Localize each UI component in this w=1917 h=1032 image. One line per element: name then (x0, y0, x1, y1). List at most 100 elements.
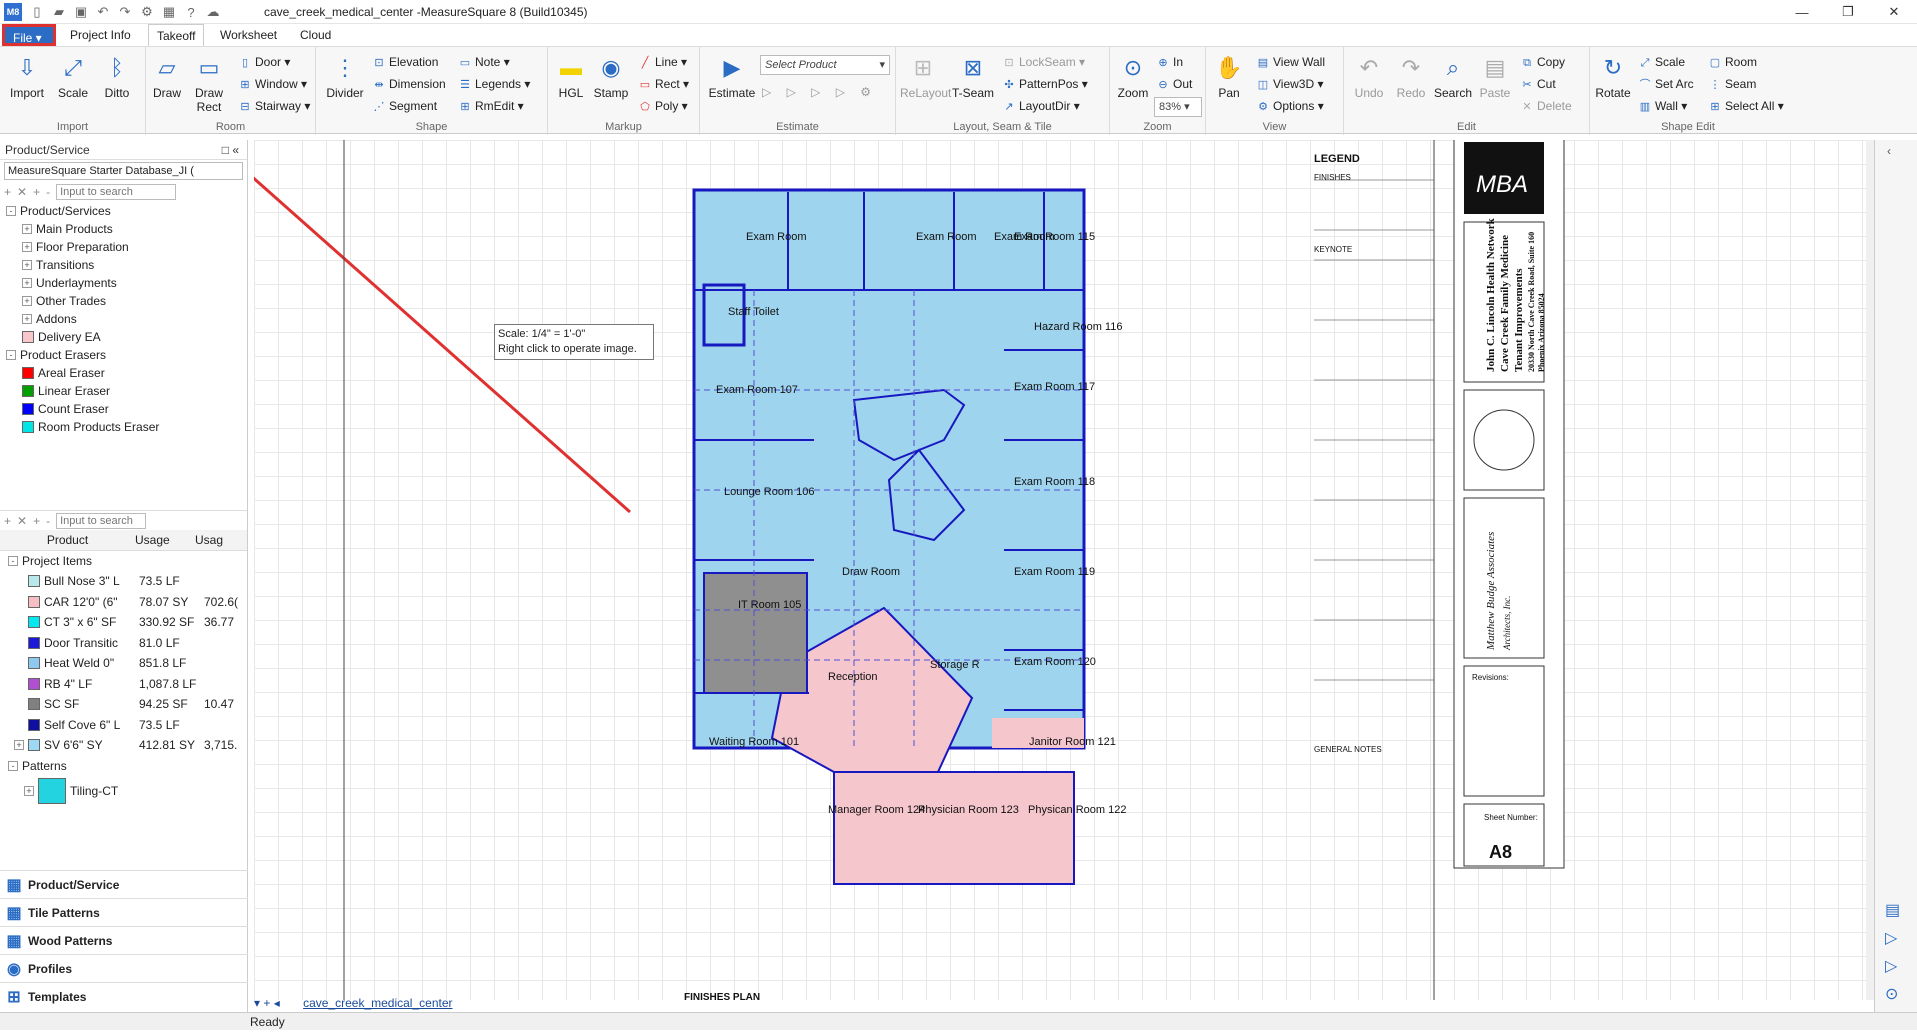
plus-small-icon[interactable]: + (33, 185, 40, 199)
delete-button[interactable]: ✕ Delete (1520, 97, 1571, 115)
legends-button[interactable]: ☰ Legends ▾ (458, 75, 530, 93)
patternpos-button[interactable]: ✣ PatternPos ▾ (1002, 75, 1087, 93)
pan-button[interactable]: ✋ Pan (1208, 53, 1250, 117)
remove-icon[interactable]: ✕ (17, 185, 27, 199)
note-button[interactable]: ▭ Note ▾ (458, 53, 510, 71)
room-button[interactable]: ▢ Room (1708, 53, 1757, 71)
table-row[interactable]: CT 3" x 6" SF 330.92 SF 36.77 (0, 612, 247, 633)
expander-icon[interactable]: + (14, 740, 24, 751)
table-row[interactable]: Heat Weld 0" 851.8 LF (0, 653, 247, 674)
add-item-icon[interactable]: + (4, 514, 11, 528)
app-icon[interactable]: M8 (4, 3, 22, 21)
draw-rect-button[interactable]: ▭ Draw Rect (188, 53, 230, 117)
expander-icon[interactable]: + (22, 314, 32, 324)
draw-button[interactable]: ▱ Draw (146, 53, 188, 117)
doc-tab-cave-creek[interactable]: cave_creek_medical_center (303, 996, 452, 1010)
nav-wood-patterns[interactable]: ▦ Wood Patterns (0, 926, 248, 954)
rmedit-button[interactable]: ⊞ RmEdit ▾ (458, 97, 523, 115)
tab-takeoff[interactable]: Takeoff (148, 24, 205, 46)
copy-button[interactable]: ⧉ Copy (1520, 53, 1565, 71)
lockseam-button[interactable]: ⊡ LockSeam ▾ (1002, 53, 1085, 71)
tree-item[interactable]: Areal Eraser (6, 364, 247, 382)
segment-button[interactable]: ⋰ Segment (372, 97, 438, 115)
nav-tile-patterns[interactable]: ▦ Tile Patterns (0, 898, 248, 926)
minus-small-icon[interactable]: - (46, 185, 50, 199)
play-icon[interactable]: ▷ (1885, 928, 1900, 948)
nav-templates[interactable]: ⊞ Templates (0, 982, 248, 1010)
poly-button[interactable]: ⬠ Poly ▾ (638, 97, 687, 115)
elevation-button[interactable]: ⊡ Elevation (372, 53, 438, 71)
wall-button[interactable]: ▥ Wall ▾ (1638, 97, 1687, 115)
tree-item[interactable]: Room Products Eraser (6, 418, 247, 436)
tab-file[interactable]: File ▾ (2, 24, 56, 46)
doc-nav-icon[interactable]: ▾ + ◂ (254, 996, 280, 1010)
tree-item[interactable]: + Underlayments (6, 274, 247, 292)
cloud-icon[interactable]: ☁ (204, 3, 222, 21)
dimension-button[interactable]: ⇹ Dimension (372, 75, 445, 93)
add-icon[interactable]: + (4, 185, 11, 199)
product-search-input[interactable] (56, 184, 177, 200)
table-row[interactable]: Door Transitic 81.0 LF (0, 633, 247, 654)
pattern-item[interactable]: + Tiling-CT (0, 776, 247, 806)
items-search-input[interactable] (56, 512, 147, 529)
remove-item-icon[interactable]: ✕ (17, 514, 27, 528)
pin-icon[interactable]: □ « (222, 140, 239, 160)
search-button[interactable]: ⌕ Search (1432, 53, 1474, 117)
expander-icon[interactable]: - (6, 350, 16, 360)
expander-icon[interactable]: + (22, 278, 32, 288)
collapse-icon[interactable]: - (8, 555, 18, 566)
tree-item[interactable]: Linear Eraser (6, 382, 247, 400)
calculator-icon[interactable]: ▦ (160, 3, 178, 21)
expander-icon[interactable]: + (22, 224, 32, 234)
collapse-icon[interactable]: - (8, 760, 18, 771)
shape-scale-button[interactable]: ⤢ Scale (1638, 53, 1685, 71)
rect-button[interactable]: ▭ Rect ▾ (638, 75, 689, 93)
options-button[interactable]: ⚙ Options ▾ (1256, 97, 1324, 115)
select-product-dropdown[interactable]: Select Product ▾ (760, 55, 890, 75)
expander-icon[interactable]: + (22, 296, 32, 306)
zoom-out-button[interactable]: ⊖ Out (1156, 75, 1192, 93)
import-button[interactable]: ⇩ Import (6, 53, 48, 117)
plus-small-icon[interactable]: + (33, 514, 40, 528)
zoom-in-button[interactable]: ⊕ In (1156, 53, 1183, 71)
nav-profiles[interactable]: ◉ Profiles (0, 954, 248, 982)
new-file-icon[interactable]: ▯ (28, 3, 46, 21)
table-row[interactable]: SC SF 94.25 SF 10.47 (0, 694, 247, 715)
view3d-button[interactable]: ◫ View3D ▾ (1256, 75, 1324, 93)
cut-button[interactable]: ✂ Cut (1520, 75, 1555, 93)
database-select[interactable]: MeasureSquare Starter Database_JI ( (4, 162, 243, 180)
table-row[interactable]: RB 4" LF 1,087.8 LF (0, 674, 247, 695)
redo-icon[interactable]: ↷ (116, 3, 134, 21)
paste-button[interactable]: ▤ Paste (1474, 53, 1516, 117)
collapse-right-icon[interactable]: ‹ (1887, 144, 1905, 158)
tseam-button[interactable]: ⊠ T-Seam (950, 53, 996, 117)
expander-icon[interactable]: - (6, 206, 16, 216)
tree-item[interactable]: + Transitions (6, 256, 247, 274)
tree-item[interactable]: + Floor Preparation (6, 238, 247, 256)
tree-item[interactable]: Count Eraser (6, 400, 247, 418)
window-button[interactable]: ⊞ Window ▾ (238, 75, 307, 93)
ditto-button[interactable]: ᛒ Ditto (96, 53, 138, 117)
stamp-button[interactable]: ◉ Stamp (590, 53, 632, 117)
layoutdir-button[interactable]: ↗ LayoutDir ▾ (1002, 97, 1079, 115)
close-icon[interactable]: ✕ (1871, 0, 1917, 24)
seam-button[interactable]: ⋮ Seam (1708, 75, 1757, 93)
save-icon[interactable]: ▣ (72, 3, 90, 21)
col-product[interactable]: Product (0, 533, 135, 547)
nav-product-service[interactable]: ▦ Product/Service (0, 870, 248, 898)
relayout-button[interactable]: ⊞ ReLayout (900, 53, 951, 117)
divider-button[interactable]: ⋮ Divider (324, 53, 366, 117)
tree-item[interactable]: + Other Trades (6, 292, 247, 310)
set-arc-button[interactable]: ⌒ Set Arc (1638, 75, 1694, 93)
zoom-level-select[interactable]: 83% ▾ (1154, 97, 1202, 117)
undo-button[interactable]: ↶ Undo (1348, 53, 1390, 117)
expander-icon[interactable]: + (22, 260, 32, 270)
table-row[interactable]: + SV 6'6" SY 412.81 SY 3,715. (0, 735, 247, 756)
col-usage2[interactable]: Usag (195, 533, 235, 547)
scale-button[interactable]: ⤢ Scale (52, 53, 94, 117)
zoom-button[interactable]: ⊙ Zoom (1112, 53, 1154, 117)
minus-small-icon[interactable]: - (46, 514, 50, 528)
undo-icon[interactable]: ↶ (94, 3, 112, 21)
tree-item[interactable]: + Main Products (6, 220, 247, 238)
gear-icon[interactable]: ⊙ (1885, 984, 1900, 1004)
